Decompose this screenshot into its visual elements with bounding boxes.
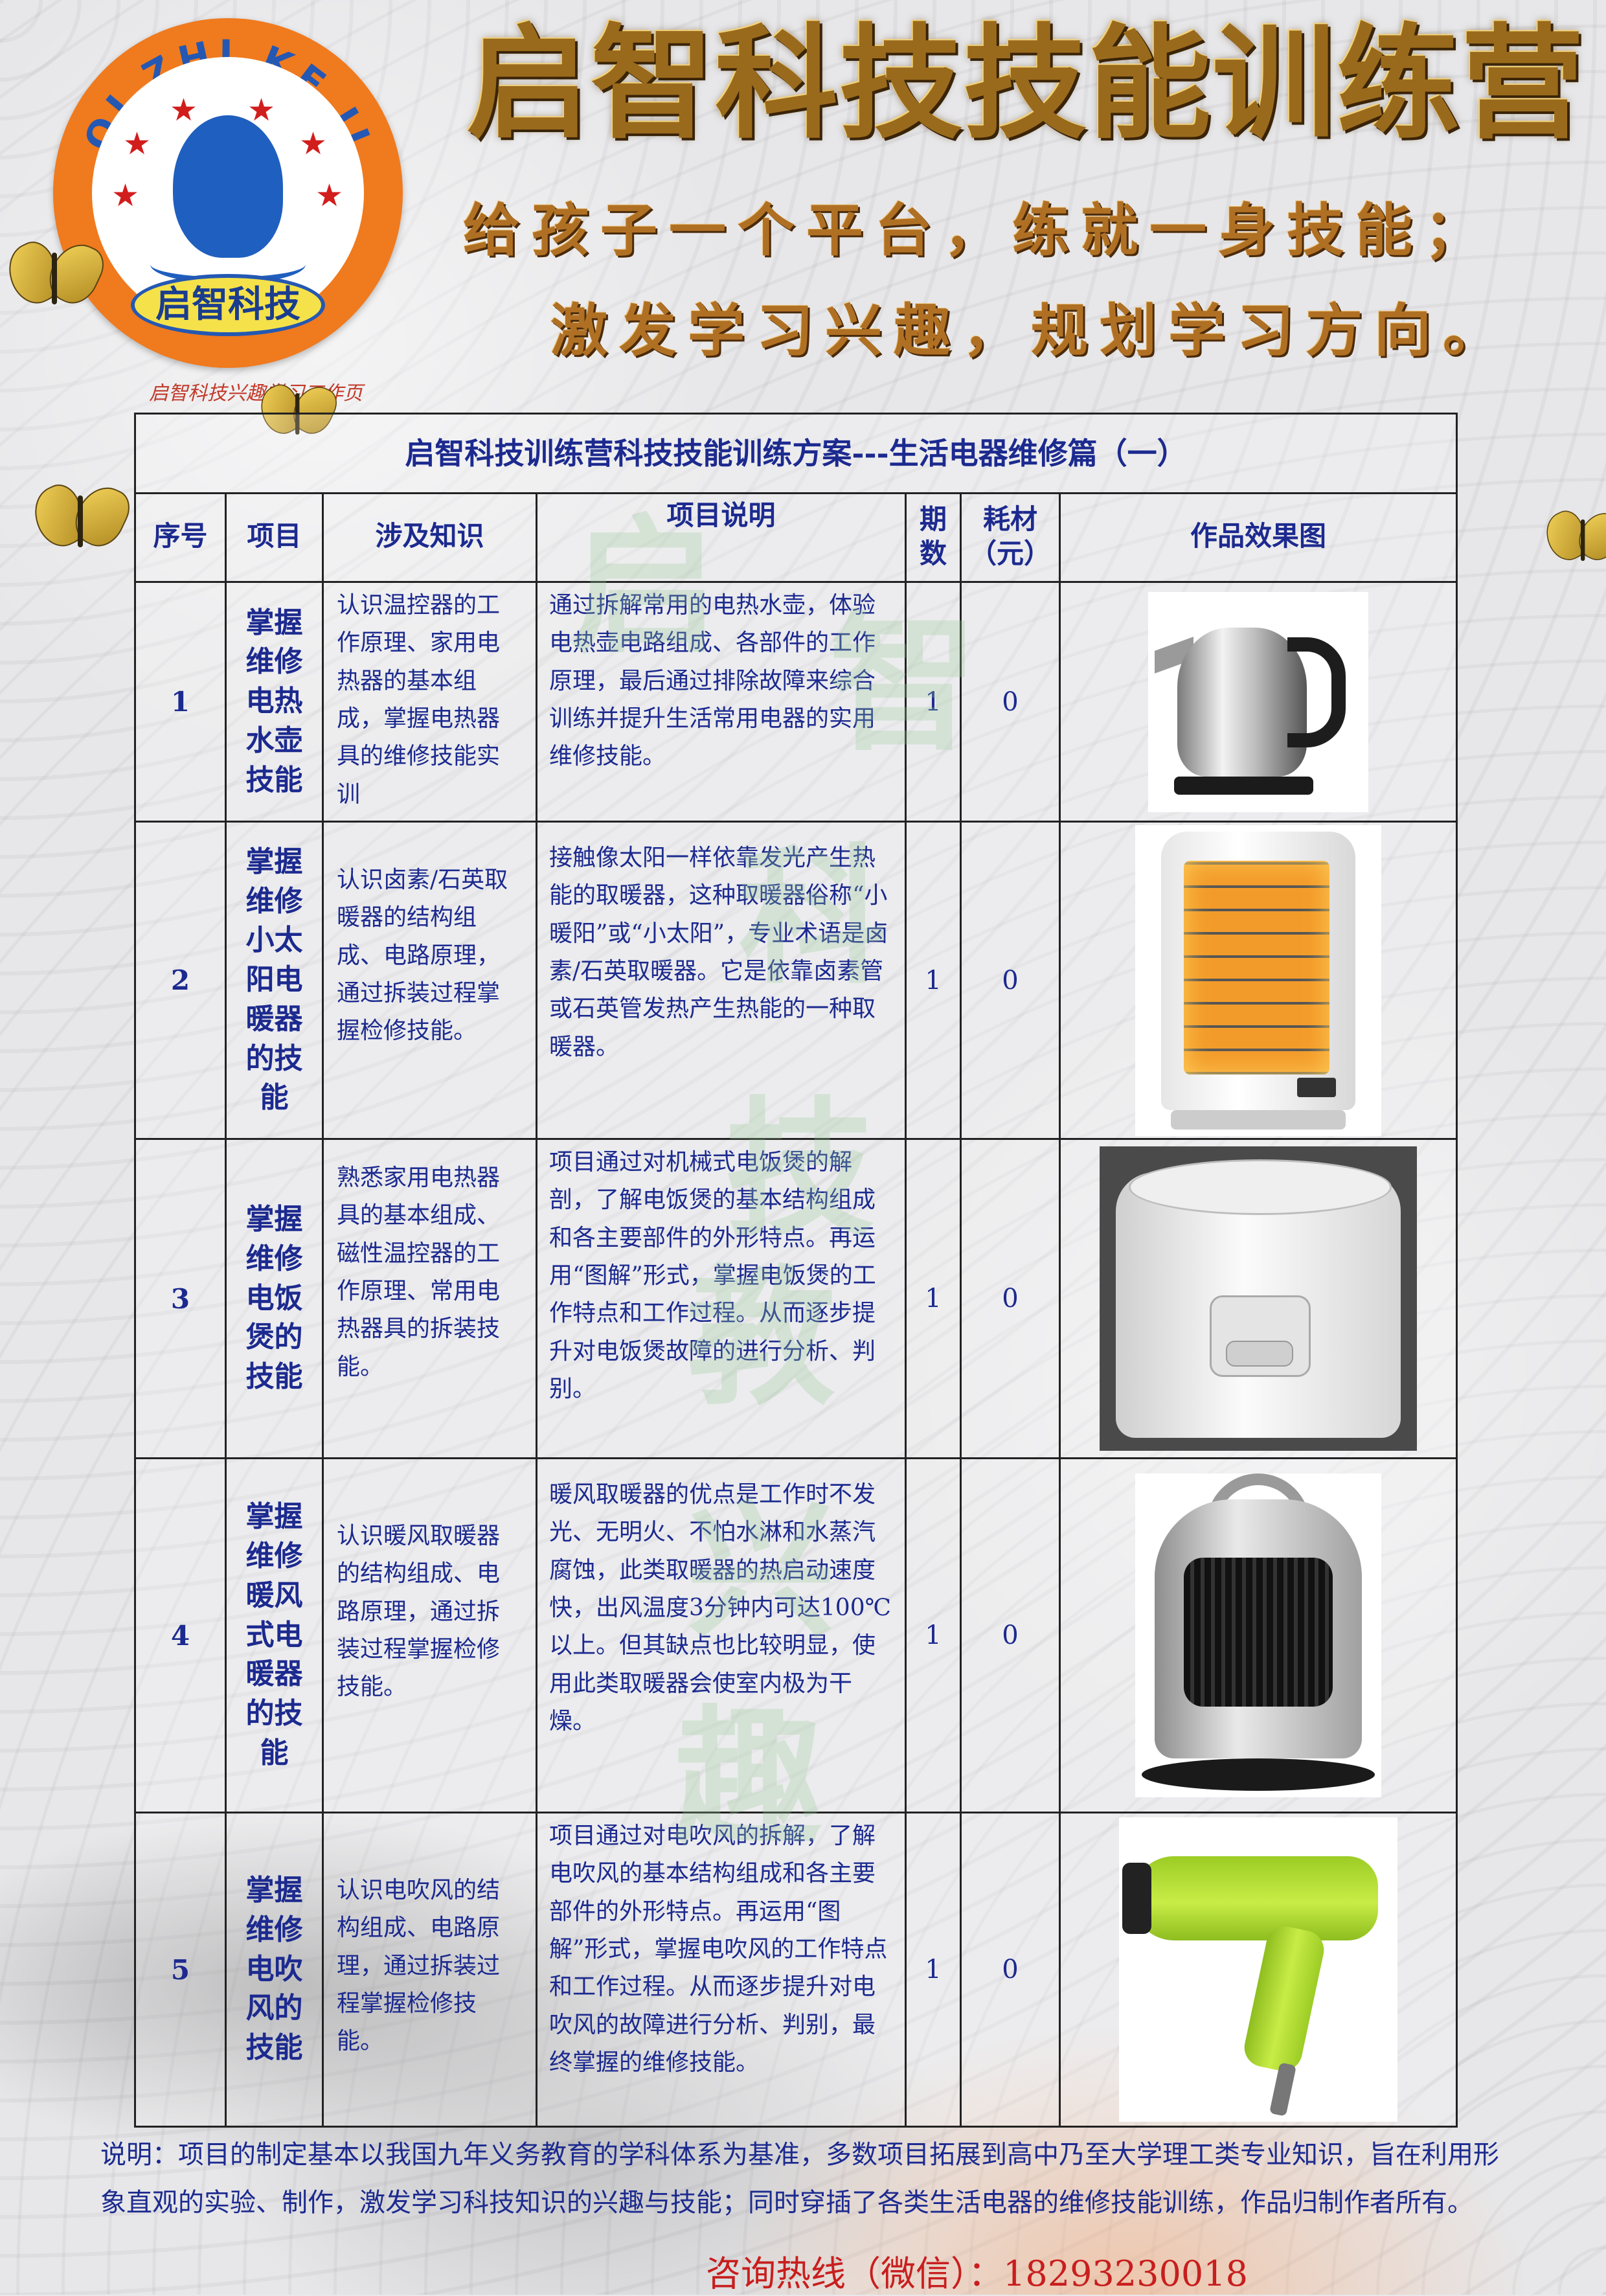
row-5-knowledge: 认识电吹风的结构组成、电路原理，通过拆装过程掌握检修技能。: [324, 1813, 537, 2126]
row-3-description: 项目通过对机械式电饭煲的解剖，了解电饭煲的基本结构组成和各主要部件的外形特点。再…: [537, 1140, 907, 1459]
star-icon: ★: [123, 126, 152, 162]
row-1-project: 掌握维修电热水壶技能: [227, 583, 324, 823]
row-5-cost: 0: [962, 1813, 1061, 2126]
row-1-index: 1: [136, 583, 227, 823]
row-4-periods: 1: [907, 1459, 962, 1813]
row-3-cost: 0: [962, 1140, 1061, 1459]
row-2-periods: 1: [907, 823, 962, 1140]
row-1-knowledge: 认识温控器的工作原理、家用电热器的基本组成，掌握电热器具的维修技能实训: [324, 583, 537, 823]
row-2-index: 2: [136, 823, 227, 1140]
row-3-periods: 1: [907, 1140, 962, 1459]
hair-dryer-image: [1119, 1817, 1397, 2122]
fan-heater-image: [1135, 1473, 1381, 1797]
header-result: 作品效果图: [1061, 492, 1456, 583]
header-description: 项目说明: [537, 492, 907, 583]
row-2-cost: 0: [962, 823, 1061, 1140]
row-1-periods: 1: [907, 583, 962, 823]
table-title: 启智科技训练营科技技能训练方案---生活电器维修篇（一）: [136, 415, 1456, 494]
row-1-cost: 0: [962, 583, 1061, 823]
butterfly-icon: [1538, 506, 1606, 567]
hotline: 咨询热线（微信）：18293230018: [706, 2253, 1248, 2294]
row-4-description: 暖风取暖器的优点是工作时不发光、无明火、不怕水淋和水蒸汽腐蚀，此类取暖器的热启动…: [537, 1459, 907, 1813]
row-5-periods: 1: [907, 1813, 962, 2126]
star-icon: ★: [315, 177, 344, 214]
slogan-line-1: 给孩子一个平台，练就一身技能；: [463, 196, 1493, 264]
row-2-project: 掌握维修小太阳电暖器的技能: [227, 823, 324, 1140]
butterfly-icon: [0, 235, 111, 312]
row-2-description: 接触像太阳一样依靠发光产生热能的取暖器，这种取暖器俗称“小暖阳”或“小太阳”，专…: [537, 823, 907, 1140]
row-3-knowledge: 熟悉家用电热器具的基本组成、磁性温控器的工作原理、常用电热器具的拆装技能。: [324, 1140, 537, 1459]
row-5-result-image: [1061, 1813, 1456, 2126]
row-4-result-image: [1061, 1459, 1456, 1813]
star-icon: ★: [111, 177, 140, 214]
halogen-heater-image: [1135, 824, 1381, 1136]
page-title: 启智科技技能训练营: [466, 12, 1586, 155]
training-plan-table: 启智科技训练营科技技能训练方案---生活电器维修篇（一） 序号 项目 涉及知识 …: [134, 413, 1458, 2128]
row-3-result-image: [1061, 1140, 1456, 1459]
slogan-line-2: 激发学习兴趣，规划学习方向。: [550, 297, 1512, 364]
row-3-index: 3: [136, 1140, 227, 1459]
butterfly-icon: [25, 478, 137, 554]
star-icon: ★: [170, 92, 198, 128]
logo: QI ZHI KE JI ★ ★ ★ ★ ★ ★ 启智科技: [53, 18, 403, 368]
row-2-knowledge: 认识卤素/石英取暖器的结构组成、电路原理，通过拆装过程掌握检修技能。: [324, 823, 537, 1140]
header-index: 序号: [136, 492, 227, 583]
header-knowledge: 涉及知识: [324, 492, 537, 583]
header-project: 项目: [227, 492, 324, 583]
electric-kettle-image: [1148, 591, 1368, 812]
row-4-index: 4: [136, 1459, 227, 1813]
row-5-index: 5: [136, 1813, 227, 2126]
row-1-result-image: [1061, 583, 1456, 823]
star-icon: ★: [247, 92, 276, 128]
row-4-knowledge: 认识暖风取暖器的结构组成、电路原理，通过拆装过程掌握检修技能。: [324, 1459, 537, 1813]
header-cost: 耗材（元）: [962, 492, 1061, 583]
row-3-project: 掌握维修电饭煲的技能: [227, 1140, 324, 1459]
row-5-description: 项目通过对电吹风的拆解，了解电吹风的基本结构组成和各主要部件的外形特点。再运用“…: [537, 1813, 907, 2126]
footer-note: 说明：项目的制定基本以我国九年义务教育的学科体系为基准，多数项目拓展到高中乃至大…: [100, 2140, 1499, 2218]
row-5-project: 掌握维修电吹风的技能: [227, 1813, 324, 2126]
row-1-description: 通过拆解常用的电热水壶，体验电热壶电路组成、各部件的工作原理，最后通过排除故障来…: [537, 583, 907, 823]
logo-badge: 启智科技: [131, 274, 325, 336]
row-2-result-image: [1061, 823, 1456, 1140]
reader-head-icon: [173, 115, 283, 258]
row-4-cost: 0: [962, 1459, 1061, 1813]
row-4-project: 掌握维修暖风式电暖器的技能: [227, 1459, 324, 1813]
rice-cooker-image: [1100, 1146, 1417, 1451]
header-periods: 期数: [907, 492, 962, 583]
star-icon: ★: [299, 126, 328, 162]
